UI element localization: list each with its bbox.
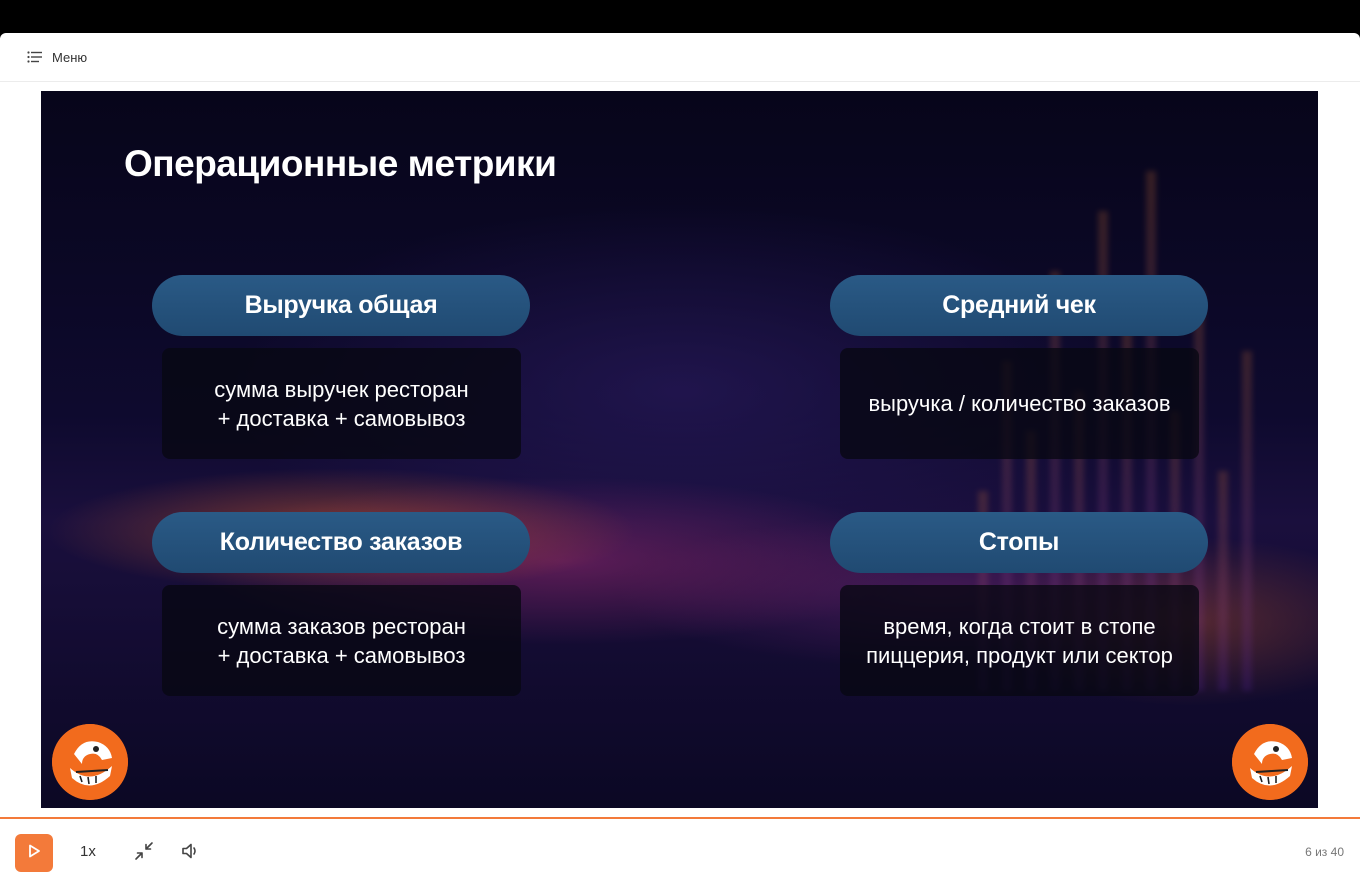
menu-label: Меню [52,49,88,65]
menu-bar: Меню [0,33,1360,82]
player-controls: 1x 6 из 40 [0,817,1360,884]
metric-description-stops: время, когда стоит в стопе пиццерия, про… [840,585,1199,696]
menu-list-icon [27,51,43,63]
slide-counter: 6 из 40 [1305,845,1344,859]
play-button[interactable] [15,834,53,872]
play-icon [26,843,42,864]
metric-description-revenue: сумма выручек ресторан + доставка + само… [162,348,521,459]
metric-heading-stops: Стопы [830,512,1208,573]
volume-icon[interactable] [180,841,200,866]
metric-description-orders: сумма заказов ресторан + доставка + само… [162,585,521,696]
metric-heading-revenue: Выручка общая [152,275,530,336]
metric-description-average-check: выручка / количество заказов [840,348,1199,459]
slide-title: Операционные метрики [124,143,557,184]
metric-heading-average-check: Средний чек [830,275,1208,336]
dodo-logo-right [1232,724,1308,800]
playback-speed-button[interactable]: 1x [80,843,96,860]
slide: Операционные метрики Выручка общая сумма… [41,91,1318,808]
metric-heading-orders: Количество заказов [152,512,530,573]
menu-button[interactable]: Меню [27,50,87,65]
collapse-icon[interactable] [134,841,154,866]
dodo-logo-left [52,724,128,800]
window-top-frame [0,0,1360,33]
presentation-window: Меню Операционные метрики Выручка общая … [0,33,1360,884]
